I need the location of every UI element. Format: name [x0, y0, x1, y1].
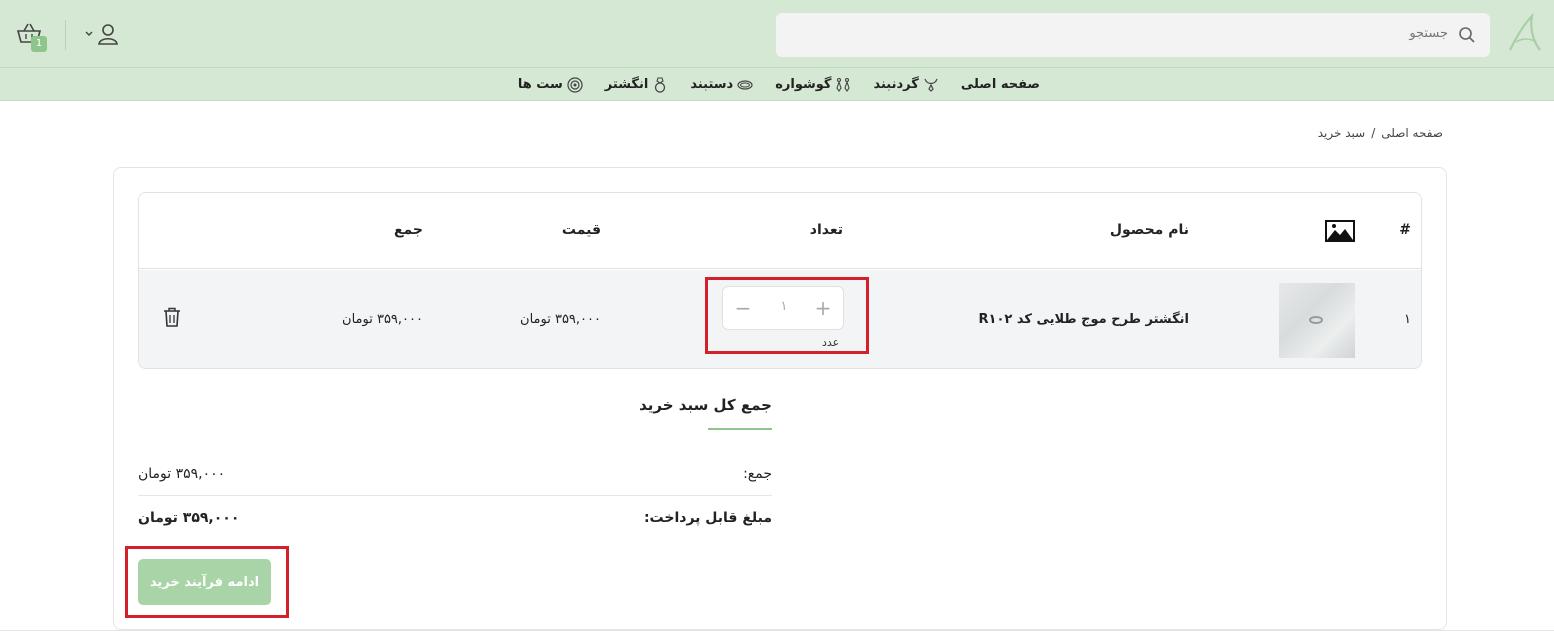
logo-icon[interactable] [1506, 12, 1542, 54]
trash-icon[interactable] [163, 307, 181, 327]
cart-button[interactable]: 1 [16, 22, 50, 56]
totals-divider [138, 495, 772, 496]
header: جستجو 1 [0, 0, 1554, 68]
table-header: # نام محصول تعداد قیمت جمع [139, 193, 1421, 269]
cart-count-badge: 1 [31, 36, 47, 52]
necklace-icon [924, 78, 938, 92]
nav-item-label: صفحه اصلی [960, 77, 1040, 92]
totals-title: جمع کل سبد خرید [639, 396, 772, 414]
nav-item-ring[interactable]: انگشتر [604, 76, 669, 93]
nav-item-label: گردنبند [873, 77, 919, 92]
product-thumbnail[interactable] [1279, 283, 1355, 358]
nav-item-earrings[interactable]: گوشواره [775, 77, 851, 93]
bracelet-icon [737, 79, 753, 90]
nav-item-label: دستبند [690, 77, 734, 92]
payable-value: ۳۵۹,۰۰۰ تومان [138, 510, 240, 526]
subtotal-label: جمع: [743, 466, 772, 482]
jewelry-set-icon [567, 76, 583, 93]
image-icon [1325, 220, 1355, 242]
row-total: ۳۵۹,۰۰۰ تومان [342, 312, 423, 327]
product-name[interactable]: انگشتر طرح موج طلایی کد R۱۰۲ [979, 312, 1189, 327]
header-index: # [1399, 222, 1411, 238]
row-index: ۱ [1404, 312, 1411, 327]
breadcrumb-separator: / [1371, 126, 1376, 140]
payable-label: مبلغ قابل پرداخت: [643, 510, 772, 526]
nav-item-label: انگشتر [604, 77, 649, 92]
nav-item-necklace[interactable]: گردنبند [873, 77, 938, 93]
search-placeholder: جستجو [1409, 26, 1448, 41]
user-menu-button[interactable] [84, 22, 124, 48]
breadcrumb-home[interactable]: صفحه اصلی [1381, 126, 1443, 140]
nav-item-label: گوشواره [775, 77, 832, 92]
checkout-highlight-box [125, 546, 289, 618]
ring-icon [655, 76, 666, 93]
user-icon [85, 24, 118, 45]
header-quantity: تعداد [809, 222, 843, 238]
page-bottom-border [0, 630, 1554, 631]
header-product-name: نام محصول [1109, 222, 1189, 238]
breadcrumb-current: سبد خرید [1317, 126, 1366, 140]
search-icon [1459, 27, 1475, 43]
nav-item-label: ست ها [517, 77, 563, 92]
breadcrumb: صفحه اصلی / سبد خرید [1318, 126, 1443, 140]
header-total: جمع [393, 222, 423, 238]
quantity-highlight-box [705, 277, 869, 354]
earrings-icon [836, 77, 851, 92]
nav-item-bracelet[interactable]: دستبند [690, 77, 753, 93]
main-nav: صفحه اصلی گردنبند گوشواره دستبند انگشتر … [0, 68, 1554, 101]
header-price: قیمت [561, 222, 601, 238]
subtotal-value: ۳۵۹,۰۰۰ تومان [138, 466, 226, 482]
totals-underline [708, 428, 772, 430]
row-price: ۳۵۹,۰۰۰ تومان [520, 312, 601, 327]
nav-item-home[interactable]: صفحه اصلی [961, 77, 1040, 92]
search-input[interactable]: جستجو [776, 13, 1490, 57]
nav-item-sets[interactable]: ست ها [517, 76, 583, 93]
header-divider [65, 20, 66, 50]
